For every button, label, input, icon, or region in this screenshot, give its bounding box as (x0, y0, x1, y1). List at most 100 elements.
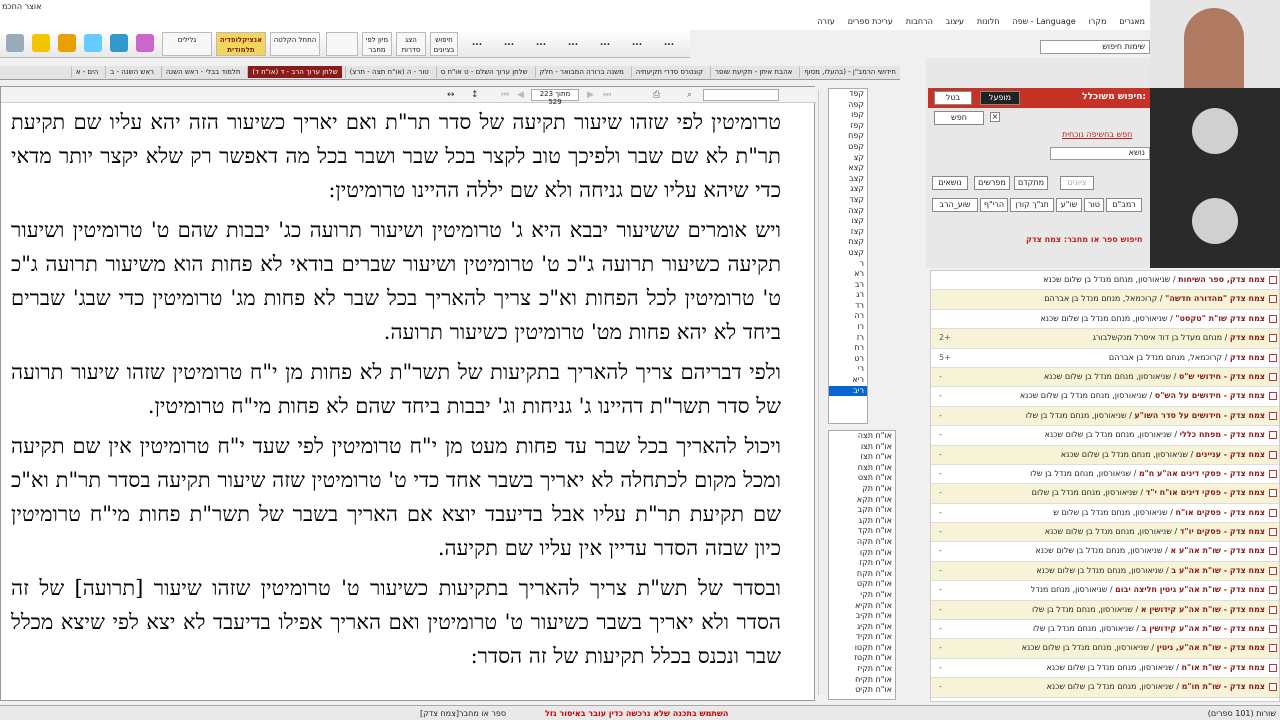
result-count[interactable]: - (939, 411, 942, 420)
list-item[interactable]: או"ח תקו (829, 548, 895, 559)
calendar-icon[interactable] (110, 34, 128, 52)
disabled-button[interactable] (326, 32, 358, 56)
list-item[interactable]: או"ח תצט (829, 473, 895, 484)
result-row[interactable]: צמח צדק - חידושים על הש"ס / שניאורסון, מ… (931, 387, 1279, 407)
list-item[interactable]: או"ח תצז (829, 452, 895, 463)
list-item[interactable]: קצו (829, 216, 867, 227)
result-count[interactable]: - (939, 430, 942, 439)
checkbox[interactable] (1269, 295, 1277, 304)
result-count[interactable]: - (939, 682, 942, 691)
checkbox[interactable] (1269, 469, 1277, 478)
list-item[interactable]: קפד (829, 89, 867, 100)
list-item[interactable]: או"ח תצו (829, 442, 895, 453)
edit-icon[interactable] (6, 34, 24, 52)
filter-advanced[interactable]: מתקדם (1014, 176, 1048, 190)
result-count[interactable]: - (939, 469, 942, 478)
result-row[interactable]: צמח צדק - פסקי דינים אה"ע ח"מ / שניאורסו… (931, 465, 1279, 485)
list-item[interactable]: קפט (829, 142, 867, 153)
result-row[interactable]: צמח צדק - שו"ת או"ח / שניאורסון, מנחם מנ… (931, 659, 1279, 679)
list-item[interactable]: או"ח תקיח (829, 675, 895, 686)
checkbox[interactable] (1269, 566, 1277, 575)
menu-item[interactable]: הרחבות (901, 14, 938, 29)
checkbox[interactable] (1269, 353, 1277, 362)
menu-item[interactable]: מאגרים (1114, 14, 1150, 29)
bookmark-icon[interactable] (32, 34, 50, 52)
result-row[interactable]: צמח צדק - שו"ת אה"ע ב / שניאורסון, מנחם … (931, 561, 1279, 582)
list-item[interactable]: רי (829, 364, 867, 375)
tab-document[interactable]: תלמוד בבלי - ראש השנה (160, 66, 245, 78)
tab-document[interactable]: קונטרס סדרי תקיעתיה (630, 66, 707, 78)
print-icon[interactable]: ⎙ (653, 90, 660, 100)
checkbox[interactable] (1269, 547, 1277, 556)
list-item[interactable]: קצה (829, 206, 867, 217)
scrolls-button[interactable]: גלילים (162, 32, 212, 56)
result-row[interactable]: צמח צדק - שו"ת אה"ע גיטין חליצה יבום / ש… (931, 581, 1279, 601)
list-item[interactable]: רג (829, 290, 867, 301)
start-recording-button[interactable]: התחל הקלטה (270, 32, 320, 56)
list-item[interactable]: או"ח תקט (829, 579, 895, 590)
list-item[interactable]: קצד (829, 195, 867, 206)
tab-document[interactable]: ראש השנה - ב (105, 66, 158, 78)
list-item[interactable]: ר (829, 259, 867, 270)
encyclopedia-button[interactable]: אנציקלופדיה תלמודית (216, 32, 266, 56)
more-button[interactable]: ... (526, 32, 556, 56)
tab-document-active[interactable]: שלחן ערוך הרב - ד (או"ח ד) (247, 66, 342, 78)
filter-shulchan-aruch[interactable]: שו"ע (1056, 198, 1082, 212)
more-button[interactable]: ... (590, 32, 620, 56)
filter-rif[interactable]: הרי"ף (980, 198, 1008, 212)
result-row[interactable]: צמח צדק - חידושים על סדר השו"ע / שניאורס… (931, 406, 1279, 427)
list-item[interactable]: קפו (829, 110, 867, 121)
result-count[interactable]: - (939, 624, 942, 633)
more-button[interactable]: ... (622, 32, 652, 56)
result-count[interactable]: - (939, 585, 942, 594)
checkbox[interactable] (1269, 334, 1277, 343)
result-count[interactable]: - (939, 643, 942, 652)
last-page-icon[interactable]: ⏭ (603, 90, 611, 100)
list-item[interactable]: או"ח תצה (829, 431, 895, 442)
cancel-button[interactable]: בטל (934, 91, 972, 105)
search-references-button[interactable]: חיפוש בציונים (430, 32, 458, 56)
tab-document[interactable]: משנה ברורה המבואר - חלק (534, 66, 628, 78)
checkbox[interactable] (1269, 683, 1277, 692)
list-item[interactable]: או"ח תקא (829, 495, 895, 506)
result-row[interactable]: צמח צדק - שו"ת אה"ע, גיטין / שניאורסון, … (931, 639, 1279, 659)
more-button[interactable]: ... (558, 32, 588, 56)
checkbox[interactable] (1269, 663, 1277, 672)
filter-references[interactable]: ציונים (1060, 176, 1094, 190)
list-item[interactable]: קפז (829, 121, 867, 132)
search-method-select[interactable]: שימות חיפוש (1040, 40, 1150, 54)
apply-button[interactable]: מופעל (980, 91, 1020, 105)
result-count[interactable]: - (939, 488, 942, 497)
checkbox[interactable] (1269, 489, 1277, 498)
list-item[interactable]: או"ח תקז (829, 558, 895, 569)
close-icon[interactable]: × (990, 112, 1000, 122)
list-item[interactable]: או"ח תקח (829, 569, 895, 580)
checkbox[interactable] (1269, 586, 1277, 595)
document-search-input[interactable] (703, 89, 779, 101)
result-row[interactable]: צמח צדק "מהדורה חדשה" / קרוכמאל, מנחם מנ… (931, 290, 1279, 310)
list-item[interactable]: או"ח תצח (829, 463, 895, 474)
result-count[interactable]: - (939, 372, 942, 381)
result-row[interactable]: צמח צדק - שו"ת אה"ע קידושין א / שניאורסו… (931, 600, 1279, 621)
current-search-link[interactable]: חפש בחשיפה נוכחית (1062, 130, 1132, 139)
list-item[interactable]: קצב (829, 174, 867, 185)
list-item[interactable]: רה (829, 311, 867, 322)
list-item[interactable]: רח (829, 343, 867, 354)
checkbox[interactable] (1269, 411, 1277, 420)
checkbox[interactable] (1269, 625, 1277, 634)
list-item[interactable]: קפח (829, 131, 867, 142)
checkbox[interactable] (1269, 276, 1277, 284)
result-count[interactable]: - (939, 450, 942, 459)
list-item[interactable]: או"ח תק (829, 484, 895, 495)
checkbox[interactable] (1269, 372, 1277, 381)
list-item[interactable]: קצז (829, 227, 867, 238)
list-item[interactable]: או"ח תקה (829, 537, 895, 548)
result-row[interactable]: צמח צדק / מנחם מעדל בן דוד איסרל מנקשלבו… (931, 329, 1279, 349)
tab-document[interactable]: חידושי הרמב"ן - (בהעלו, מסוף (799, 66, 900, 78)
list-item[interactable]: או"ח תקיא (829, 601, 895, 612)
result-row[interactable]: צמח צדק - פסקים יו"ד / שניאורסון, מנחם מ… (931, 523, 1279, 543)
filter-subjects[interactable]: נושאים (932, 176, 968, 190)
result-count[interactable]: - (939, 546, 942, 555)
list-item[interactable]: או"ח תקד (829, 526, 895, 537)
result-count[interactable]: - (939, 391, 942, 400)
